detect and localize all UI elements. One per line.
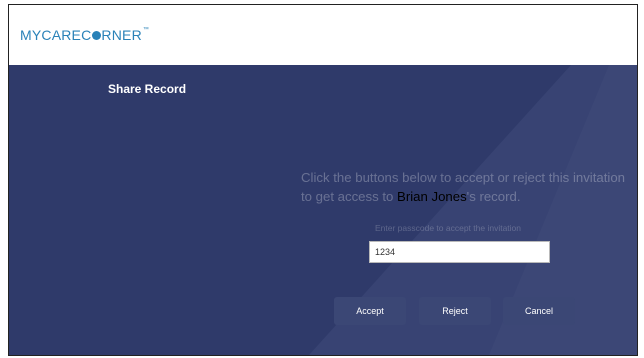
message-text-after: 's record. [466,189,521,204]
patient-name: Brian Jones [397,189,467,204]
accept-button[interactable]: Accept [334,297,406,325]
passcode-input[interactable] [369,241,550,263]
header: MYCAREC RNER ™ [9,5,637,65]
mycarecorner-logo[interactable]: MYCAREC RNER ™ [20,27,149,43]
app-window: MYCAREC RNER ™ Share Record Click the butt… [8,4,638,356]
logo-text-start: MYCAREC [20,27,92,43]
trademark-mark: ™ [142,27,150,33]
invitation-message: Click the buttons below to accept or rej… [301,168,626,206]
logo-dot-icon [91,30,101,40]
share-record-panel: Share Record Click the buttons below to … [9,65,637,355]
cancel-button[interactable]: Cancel [503,297,575,325]
page-title: Share Record [108,82,187,96]
logo-text-end: RNER [101,27,142,43]
reject-button[interactable]: Reject [419,297,491,325]
passcode-label: Enter passcode to accept the invitation [375,223,522,233]
